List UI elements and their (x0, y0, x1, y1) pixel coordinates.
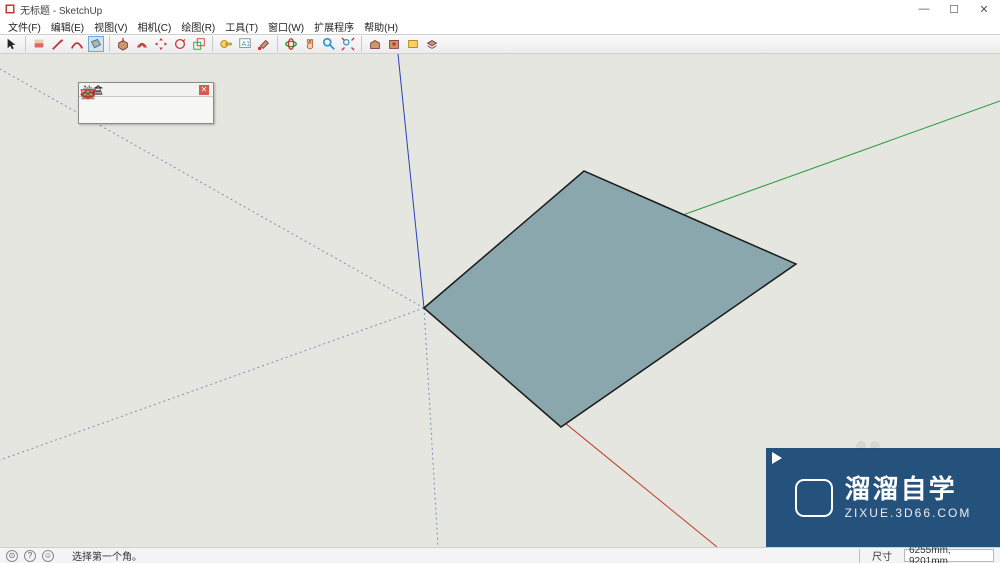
sandbox-fromcontours[interactable] (82, 100, 102, 120)
credits-icon[interactable]: ? (24, 550, 36, 562)
status-hint: 选择第一个角。 (72, 548, 142, 563)
window-title: 无标题 - SketchUp (20, 2, 918, 17)
menu-view[interactable]: 视图(V) (90, 19, 131, 34)
menu-draw[interactable]: 绘图(R) (177, 19, 219, 34)
viewport[interactable]: 沙盒 ✕ 溜溜自学 ZIXUE.3D66.COM (0, 54, 1000, 547)
sandbox-panel-close[interactable]: ✕ (199, 85, 209, 95)
menu-tools[interactable]: 工具(T) (221, 19, 262, 34)
outliner-tool[interactable] (424, 36, 440, 52)
watermark-line2: ZIXUE.3D66.COM (845, 507, 972, 520)
menu-edit[interactable]: 编辑(E) (47, 19, 88, 34)
sandbox-smoove[interactable] (125, 100, 145, 120)
menu-extensions[interactable]: 扩展程序 (310, 19, 358, 34)
main-toolbar: A1 (0, 34, 1000, 54)
orbit-tool[interactable] (283, 36, 299, 52)
geo-icon[interactable]: ⊙ (6, 550, 18, 562)
titlebar: 无标题 - SketchUp — ☐ ✕ (0, 0, 1000, 18)
rotate-tool[interactable] (172, 36, 188, 52)
zoomext-tool[interactable] (340, 36, 356, 52)
tape-tool[interactable] (218, 36, 234, 52)
zoom-tool[interactable] (321, 36, 337, 52)
paint-tool[interactable] (256, 36, 272, 52)
arc-tool[interactable] (69, 36, 85, 52)
offset-tool[interactable] (134, 36, 150, 52)
app-icon (4, 3, 16, 15)
sandbox-panel[interactable]: 沙盒 ✕ (78, 82, 214, 124)
warehouse-tool[interactable] (367, 36, 383, 52)
select-tool[interactable] (4, 36, 20, 52)
eraser-tool[interactable] (31, 36, 47, 52)
move-tool[interactable] (153, 36, 169, 52)
menubar: 文件(F) 编辑(E) 视图(V) 相机(C) 绘图(R) 工具(T) 窗口(W… (0, 18, 1000, 34)
menu-file[interactable]: 文件(F) (4, 19, 45, 34)
maximize-button[interactable]: ☐ (948, 3, 960, 15)
sandbox-panel-title[interactable]: 沙盒 ✕ (79, 83, 213, 97)
watermark-play-icon (795, 479, 833, 517)
pushpull-tool[interactable] (115, 36, 131, 52)
sandbox-drape[interactable] (169, 100, 189, 120)
sandbox-stamp[interactable] (147, 100, 167, 120)
layers-tool[interactable] (405, 36, 421, 52)
sandbox-fromscratch[interactable] (104, 100, 124, 120)
watermark: 溜溜自学 ZIXUE.3D66.COM (766, 448, 1000, 547)
menu-help[interactable]: 帮助(H) (360, 19, 402, 34)
text-tool[interactable]: A1 (237, 36, 253, 52)
watermark-line1: 溜溜自学 (845, 475, 972, 504)
rectangle-tool[interactable] (88, 36, 104, 52)
dimension-value[interactable]: 6255mm, 9201mm (904, 549, 994, 562)
statusbar: ⊙ ? ☺ 选择第一个角。 尺寸 6255mm, 9201mm (0, 547, 1000, 563)
line-tool[interactable] (50, 36, 66, 52)
scale-tool[interactable] (191, 36, 207, 52)
svg-text:A1: A1 (242, 41, 251, 48)
rectangle-face[interactable] (424, 171, 796, 427)
minimize-button[interactable]: — (918, 3, 930, 15)
menu-window[interactable]: 窗口(W) (264, 19, 308, 34)
sandbox-adddetail[interactable] (190, 100, 210, 120)
extwarehouse-tool[interactable] (386, 36, 402, 52)
pan-tool[interactable] (302, 36, 318, 52)
user-icon[interactable]: ☺ (42, 550, 54, 562)
dimension-label: 尺寸 (872, 548, 892, 563)
menu-camera[interactable]: 相机(C) (133, 19, 175, 34)
close-button[interactable]: ✕ (978, 3, 990, 15)
